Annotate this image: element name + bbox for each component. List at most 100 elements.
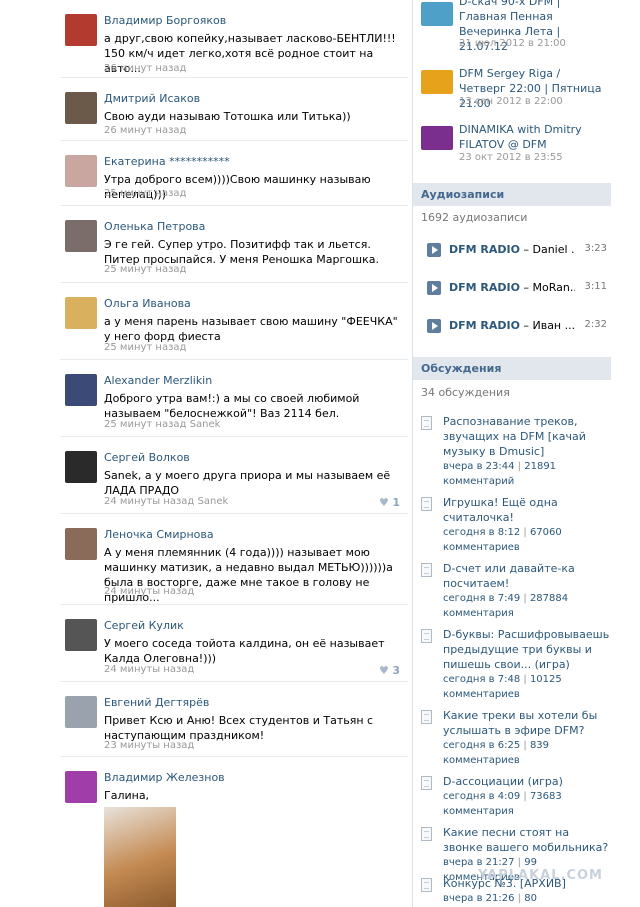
avatar[interactable] [65,696,97,728]
audio-track[interactable]: DFM RADIO – Daniel ... 3:23 [427,241,607,259]
document-icon [421,776,432,790]
avatar[interactable] [65,297,97,329]
discussions-count[interactable]: 34 обсуждения [421,386,510,399]
comment-date[interactable]: 24 минуты назад Sanek [104,496,228,507]
discussion-title-link[interactable]: D-ассоциации (игра) [443,774,611,789]
discussion-last-time[interactable]: сегодня в 4:09 [443,791,520,802]
audio-title[interactable]: DFM RADIO – Иван ... [449,319,575,332]
audio-title[interactable]: DFM RADIO – MoRan... [449,281,575,294]
discussion-meta: вчера в 23:44 | 21891 комментарий [443,461,557,487]
avatar[interactable] [65,220,97,252]
audio-track[interactable]: DFM RADIO – Иван ... 2:32 [427,317,607,335]
document-icon [421,416,432,430]
attached-photo[interactable] [104,807,176,907]
comment-date-text: 26 минут назад [104,125,187,136]
discussion-title-link[interactable]: Какие песни стоят на звонке вашего мобил… [443,825,611,855]
comment-text: Sanek, а у моего друга приора и мы назыв… [104,469,391,497]
comment-date[interactable]: 24 минуты назад [104,664,194,675]
avatar[interactable] [65,155,97,187]
comment-author-link[interactable]: Сергей Волков [104,451,190,464]
comment-date[interactable]: 26 минут назад [104,63,186,74]
discussion-meta: сегодня в 7:48 | 10125 комментариев [443,674,562,700]
event-item[interactable]: DFM Sergey Riga / Четверг 22:00 | Пятниц… [421,66,611,116]
comment-item: Alexander Merzlikin Доброго утра вам!:) а… [60,360,408,437]
discussion-title-link[interactable]: Распознавание треков, звучащих на DFM [к… [443,414,611,459]
play-icon[interactable] [427,319,441,333]
avatar[interactable] [65,92,97,124]
audio-duration: 3:23 [584,243,607,254]
comment-reply-to[interactable]: Sanek [190,419,221,430]
like-button[interactable]: ♥ 3 [379,664,400,677]
comment-author-link[interactable]: Леночка Смирнова [104,528,214,541]
comment-date[interactable]: 25 минут назад Sanek [104,419,220,430]
comment-author-link[interactable]: Владимир Боргояков [104,14,226,27]
discussions-section-header[interactable]: Обсуждения [413,357,611,380]
discussion-last-time[interactable]: вчера в 23:44 [443,461,515,472]
discussion-last-time[interactable]: вчера в 21:27 [443,857,515,868]
comment-author-link[interactable]: Владимир Железнов [104,771,225,784]
discussion-last-time[interactable]: сегодня в 7:49 [443,593,520,604]
audio-song[interactable]: Иван ... [532,319,575,332]
avatar[interactable] [65,528,97,560]
comment-date-text: 23 минуты назад [104,740,195,751]
discussion-title-link[interactable]: D-буквы: Расшифровываешь предыдущие три … [443,627,611,672]
discussion-title-link[interactable]: Игрушка! Ещё одна считалочка! [443,495,611,525]
discussion-last-time[interactable]: сегодня в 8:12 [443,527,520,538]
audio-count[interactable]: 1692 аудиозаписи [421,211,527,224]
discussion-last-time[interactable]: сегодня в 7:48 [443,674,520,685]
audio-artist[interactable]: DFM RADIO [449,319,520,332]
avatar[interactable] [65,451,97,483]
comment-item: Оленька Петрова Э ге гей. Супер утро. Поз… [60,206,408,283]
discussion-last-time[interactable]: сегодня в 6:25 [443,740,520,751]
avatar[interactable] [65,619,97,651]
comment-date[interactable]: 25 минут назад [104,188,186,199]
play-icon[interactable] [427,281,441,295]
audio-artist[interactable]: DFM RADIO [449,243,520,256]
avatar[interactable] [65,14,97,46]
comment-author-link[interactable]: Дмитрий Исаков [104,92,200,105]
discussion-last-time[interactable]: вчера в 21:26 [443,893,515,904]
comment-item: Екатерина *********** Утра доброго всем))… [60,141,408,206]
comment-author-link[interactable]: Оленька Петрова [104,220,205,233]
comment-reply-to[interactable]: Sanek [198,496,229,507]
audio-artist[interactable]: DFM RADIO [449,281,520,294]
comment-author-link[interactable]: Евгений Дегтярёв [104,696,209,709]
comment-date[interactable]: 25 минут назад [104,264,186,275]
comment-date[interactable]: 23 минуты назад [104,740,194,751]
discussion-title-link[interactable]: D-счет или давайте-ка посчитаем! [443,561,611,591]
comment-item: Сергей Волков Sanek, а у моего друга прио… [60,437,408,514]
audio-song[interactable]: MoRan... [532,281,575,294]
comment-date-text: 25 минут назад [104,188,187,199]
comment-date[interactable]: 24 минуты назад [104,586,194,597]
comment-date[interactable]: 25 минут назад [104,342,186,353]
discussion-meta: сегодня в 4:09 | 73683 комментария [443,791,562,817]
play-icon[interactable] [427,243,441,257]
comment-date-text: 24 минуты назад [104,664,195,675]
comment-item: Ольга Иванова а у меня парень называет св… [60,283,408,360]
comment-date-text: 25 минут назад [104,419,187,430]
comment-item: Сергей Кулик У моего соседа тойота калдин… [60,605,408,682]
comment-text: У моего соседа тойота калдина, он её наз… [104,637,385,665]
event-title-link[interactable]: DINAMIKA with Dmitry FILATOV @ DFM [459,122,609,152]
discussion-title-link[interactable]: Какие треки вы хотели бы услышать в эфир… [443,708,611,738]
avatar[interactable] [65,374,97,406]
like-button[interactable]: ♥ 1 [379,496,400,509]
audio-section-header[interactable]: Аудиозаписи [413,183,611,206]
event-item[interactable]: DINAMIKA with Dmitry FILATOV @ DFM 23 окт… [421,122,611,172]
like-count: 3 [392,664,400,677]
document-icon [421,878,432,892]
comment-date[interactable]: 26 минут назад [104,125,186,136]
audio-title[interactable]: DFM RADIO – Daniel ... [449,243,575,256]
event-thumbnail[interactable] [421,2,453,26]
event-thumbnail[interactable] [421,126,453,150]
audio-song[interactable]: Daniel ... [532,243,575,256]
comment-author-link[interactable]: Alexander Merzlikin [104,374,212,387]
avatar[interactable] [65,771,97,803]
comment-author-link[interactable]: Ольга Иванова [104,297,191,310]
comment-author-link[interactable]: Сергей Кулик [104,619,184,632]
comment-text: Свою ауди называю Тотошка или Титька)) [104,110,351,123]
comment-author-link[interactable]: Екатерина *********** [104,155,230,168]
event-thumbnail[interactable] [421,70,453,94]
audio-track[interactable]: DFM RADIO – MoRan... 3:11 [427,279,607,297]
event-item[interactable]: D-скач 90-х DFM | Главная Пенная Вечерин… [421,0,611,53]
